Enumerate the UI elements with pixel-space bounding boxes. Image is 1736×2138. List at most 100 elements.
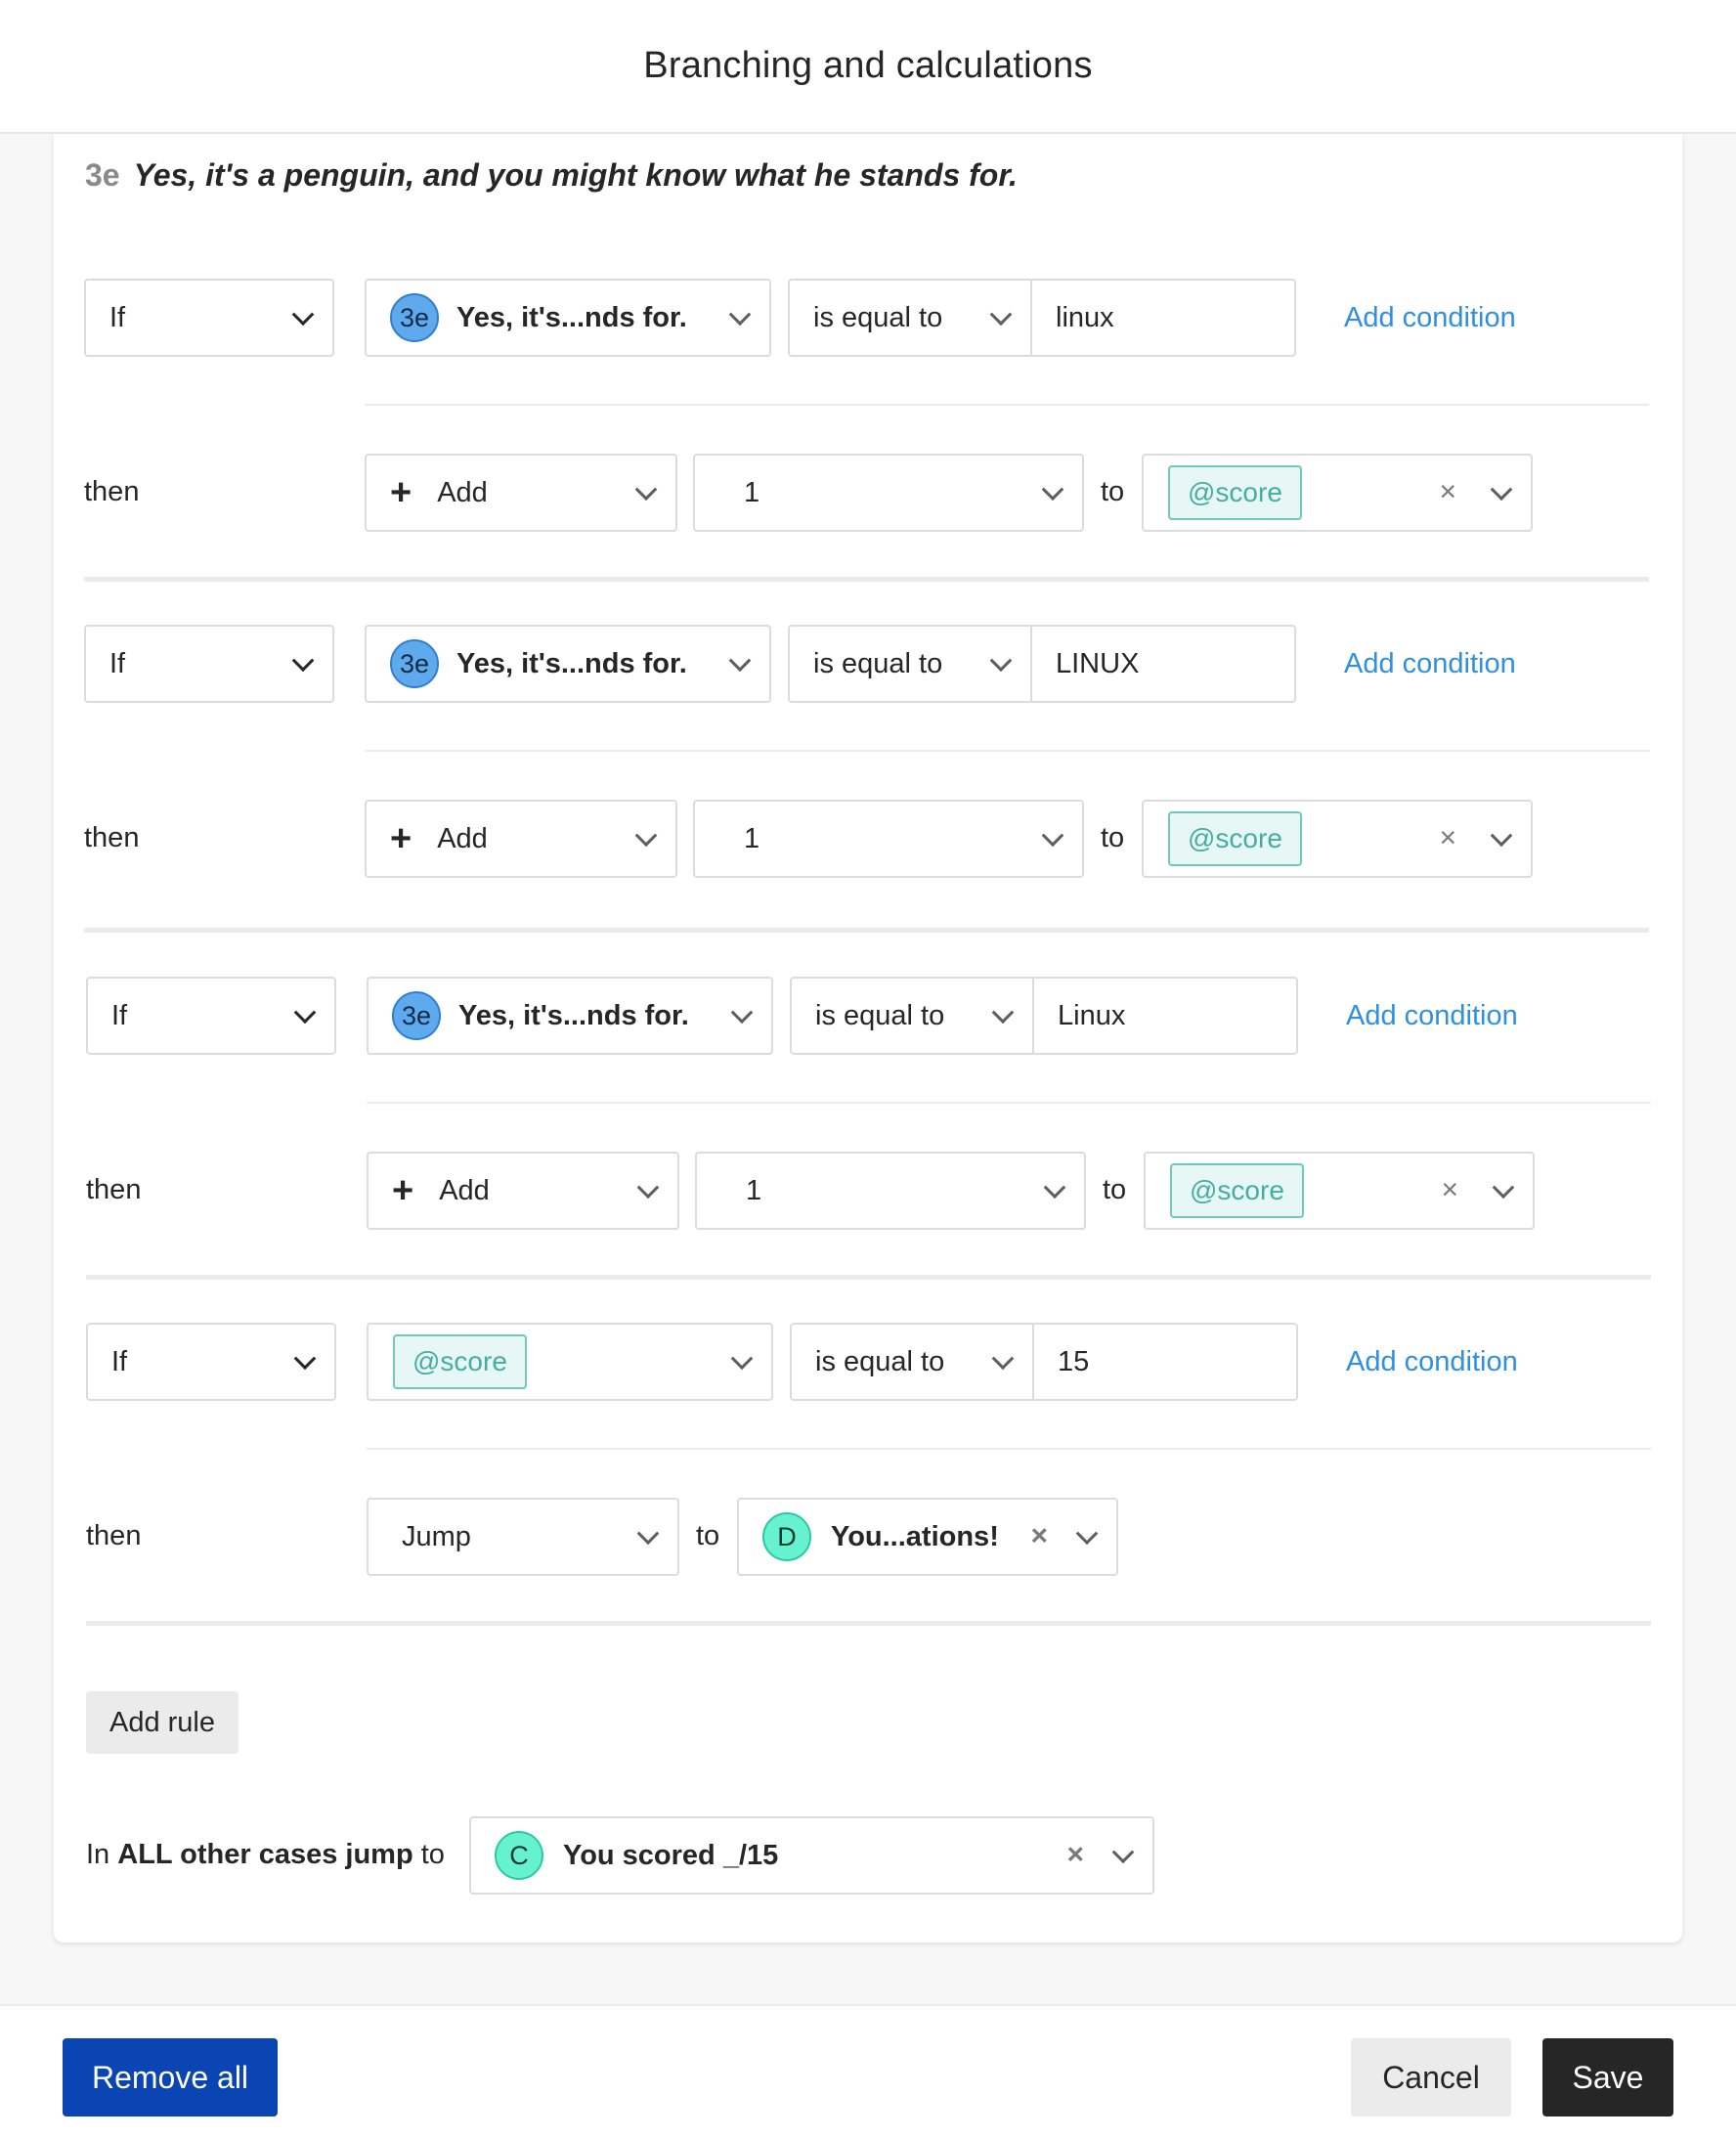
operator-label: is equal to xyxy=(815,999,945,1031)
rule-1-subject-select[interactable]: 3e Yes, it's...nds for. xyxy=(365,279,771,357)
jump-target-label: You...ations! xyxy=(831,1520,999,1552)
rule-3-add-condition-link[interactable]: Add condition xyxy=(1346,1000,1518,1032)
chevron-down-icon xyxy=(1075,1522,1099,1546)
divider xyxy=(365,404,1649,406)
rule-2-target-variable-select[interactable]: @score × xyxy=(1142,800,1533,878)
save-button[interactable]: Save xyxy=(1542,2038,1673,2116)
plus-icon: + xyxy=(390,472,412,513)
value-text: Linux xyxy=(1058,999,1126,1031)
action-label: Add xyxy=(437,476,488,508)
rule-2-add-condition-link[interactable]: Add condition xyxy=(1344,648,1516,680)
rule-1-amount-select[interactable]: 1 xyxy=(693,454,1084,532)
clear-icon[interactable]: × xyxy=(1030,1519,1048,1552)
chevron-down-icon xyxy=(991,1001,1015,1025)
fallback-bold: ALL other cases jump xyxy=(117,1839,413,1870)
rule-1-if-select[interactable]: If xyxy=(84,279,334,357)
if-label: If xyxy=(111,1345,128,1377)
rule-1-action-select[interactable]: + Add xyxy=(365,454,677,532)
subject-label: Yes, it's...nds for. xyxy=(458,999,689,1031)
question-badge: 3e xyxy=(390,293,439,342)
rule-2-if-select[interactable]: If xyxy=(84,625,334,703)
score-variable-tag: @score xyxy=(1168,811,1302,866)
if-label: If xyxy=(111,999,128,1031)
clear-icon[interactable]: × xyxy=(1439,821,1456,854)
chevron-down-icon xyxy=(989,303,1013,327)
rule-3-value-input[interactable]: Linux xyxy=(1032,977,1298,1055)
fallback-jump-target-select[interactable]: C You scored _/15 × xyxy=(469,1816,1154,1895)
rule-3-target-variable-select[interactable]: @score × xyxy=(1144,1152,1535,1230)
clear-icon[interactable]: × xyxy=(1441,1173,1458,1206)
rule-separator xyxy=(84,928,1649,933)
chevron-down-icon xyxy=(634,824,658,848)
divider xyxy=(367,1448,1651,1450)
add-rule-button[interactable]: Add rule xyxy=(86,1691,239,1754)
question-text: Yes, it's a penguin, and you might know … xyxy=(133,157,1018,193)
rule-2-operator-select[interactable]: is equal to xyxy=(788,625,1032,703)
chevron-down-icon xyxy=(730,1347,754,1371)
rule-separator xyxy=(86,1275,1651,1280)
rule-3-amount-select[interactable]: 1 xyxy=(695,1152,1086,1230)
plus-icon: + xyxy=(390,818,412,859)
chevron-down-icon xyxy=(293,1001,317,1025)
chevron-down-icon xyxy=(1043,1176,1066,1200)
question-badge: 3e xyxy=(392,991,441,1040)
question-badge: 3e xyxy=(390,639,439,688)
to-label: to xyxy=(1101,822,1125,853)
clear-icon[interactable]: × xyxy=(1439,475,1456,508)
rule-4-operator-select[interactable]: is equal to xyxy=(790,1323,1034,1401)
subject-label: Yes, it's...nds for. xyxy=(456,647,687,679)
rule-2-amount-select[interactable]: 1 xyxy=(693,800,1084,878)
chevron-down-icon xyxy=(1492,1176,1515,1200)
rule-3-if-select[interactable]: If xyxy=(86,977,336,1055)
rule-4-if-select[interactable]: If xyxy=(86,1323,336,1401)
to-label: to xyxy=(696,1520,720,1551)
plus-icon: + xyxy=(392,1170,414,1211)
chevron-down-icon xyxy=(291,303,315,327)
rule-4-subject-select[interactable]: @score xyxy=(367,1323,773,1401)
value-text: LINUX xyxy=(1056,647,1140,679)
chevron-down-icon xyxy=(1041,824,1064,848)
chevron-down-icon xyxy=(1490,478,1513,502)
cancel-button[interactable]: Cancel xyxy=(1351,2038,1511,2116)
fallback-prefix: In xyxy=(86,1839,110,1870)
rule-1-target-variable-select[interactable]: @score × xyxy=(1142,454,1533,532)
chevron-down-icon xyxy=(634,478,658,502)
rule-3-subject-select[interactable]: 3e Yes, it's...nds for. xyxy=(367,977,773,1055)
rule-2-value-input[interactable]: LINUX xyxy=(1030,625,1296,703)
clear-icon[interactable]: × xyxy=(1066,1838,1084,1871)
then-label: then xyxy=(86,1520,142,1551)
action-label: Add xyxy=(439,1174,490,1206)
rule-3-operator-select[interactable]: is equal to xyxy=(790,977,1034,1055)
rule-3-action-select[interactable]: + Add xyxy=(367,1152,679,1230)
ending-badge: C xyxy=(495,1831,543,1880)
score-variable-tag: @score xyxy=(1170,1163,1304,1218)
rule-4-jump-target-select[interactable]: D You...ations! × xyxy=(737,1498,1118,1576)
score-variable-tag: @score xyxy=(1168,465,1302,520)
if-label: If xyxy=(109,301,126,333)
chevron-down-icon xyxy=(1111,1841,1135,1864)
then-label: then xyxy=(86,1174,142,1205)
rule-4-action-select[interactable]: Jump xyxy=(367,1498,679,1576)
rule-1-operator-select[interactable]: is equal to xyxy=(788,279,1032,357)
rule-2-action-select[interactable]: + Add xyxy=(365,800,677,878)
rule-4-value-input[interactable]: 15 xyxy=(1032,1323,1298,1401)
rule-1-value-input[interactable]: linux xyxy=(1030,279,1296,357)
remove-all-button[interactable]: Remove all xyxy=(63,2038,278,2116)
subject-label: Yes, it's...nds for. xyxy=(456,301,687,333)
rule-4-add-condition-link[interactable]: Add condition xyxy=(1346,1346,1518,1378)
if-label: If xyxy=(109,647,126,679)
amount-text: 1 xyxy=(744,822,760,854)
rule-separator xyxy=(84,577,1649,582)
dialog-header: Branching and calculations xyxy=(0,0,1736,134)
action-label: Add xyxy=(437,822,488,854)
then-label: then xyxy=(84,476,140,507)
amount-text: 1 xyxy=(744,476,760,508)
to-label: to xyxy=(1103,1174,1127,1205)
rule-2-subject-select[interactable]: 3e Yes, it's...nds for. xyxy=(365,625,771,703)
dialog-footer: Remove all Cancel Save xyxy=(0,2004,1736,2138)
score-variable-tag: @score xyxy=(393,1334,527,1389)
then-label: then xyxy=(84,822,140,853)
action-label: Jump xyxy=(402,1520,471,1552)
fallback-label: In ALL other cases jump to xyxy=(86,1839,445,1871)
rule-1-add-condition-link[interactable]: Add condition xyxy=(1344,302,1516,334)
